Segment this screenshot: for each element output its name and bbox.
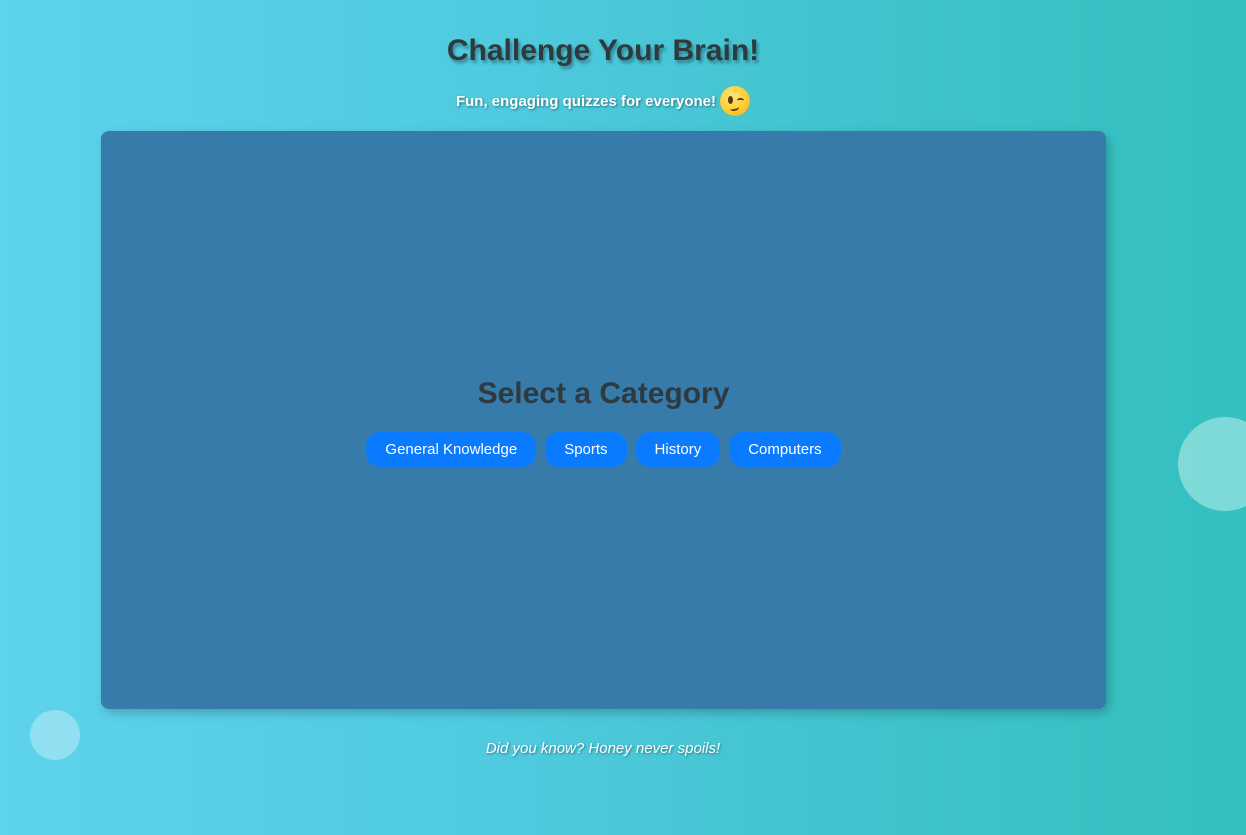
page-subtitle: Fun, engaging quizzes for everyone! [0,86,1206,116]
decorative-bubble-right [1178,417,1246,511]
page-title: Challenge Your Brain! [446,34,760,67]
category-heading: Select a Category [477,377,730,410]
quiz-panel: Select a Category General Knowledge Spor… [101,131,1106,709]
thinking-face-icon [720,86,751,116]
category-button-group: General Knowledge Sports History Compute… [101,432,1106,467]
subtitle-text: Fun, engaging quizzes for everyone! [455,92,717,110]
category-button-computers[interactable]: Computers [729,432,841,467]
fun-fact-text: Did you know? Honey never spoils! [485,740,721,757]
category-button-general-knowledge[interactable]: General Knowledge [366,432,537,467]
category-button-history[interactable]: History [635,432,721,467]
category-button-sports[interactable]: Sports [545,432,627,467]
